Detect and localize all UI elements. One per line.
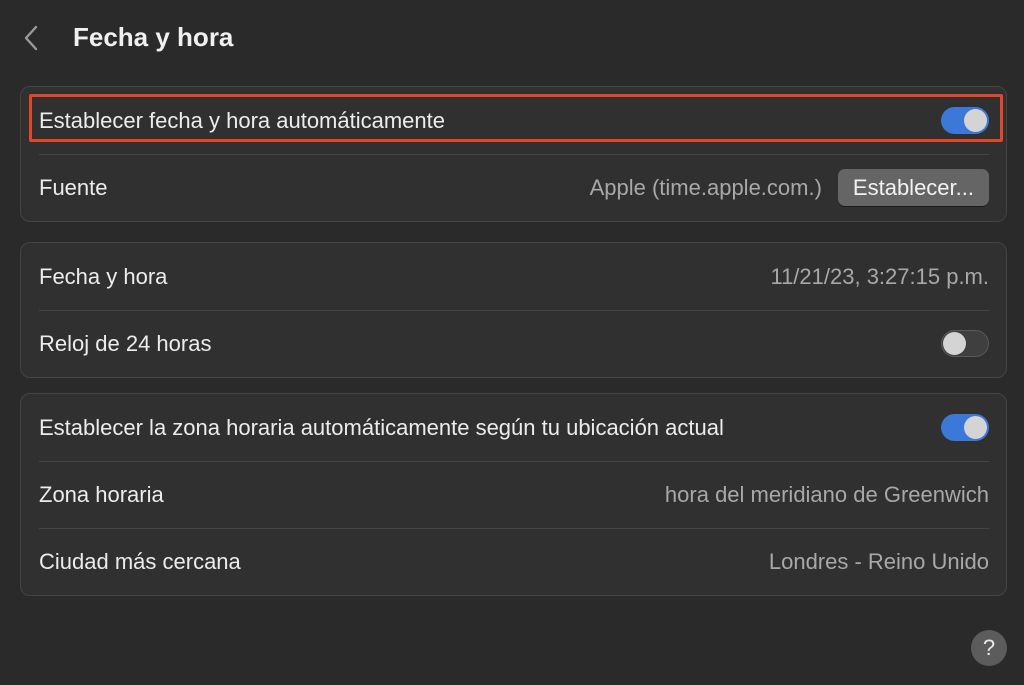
source-value: Apple (time.apple.com.) bbox=[589, 174, 822, 200]
toggle-knob bbox=[964, 109, 987, 132]
settings-group-automatic-time: Establecer fecha y hora automáticamente … bbox=[20, 86, 1007, 222]
settings-group-timezone: Establecer la zona horaria automáticamen… bbox=[20, 393, 1007, 596]
closest-city-value: Londres - Reino Unido bbox=[768, 548, 989, 574]
auto-timezone-toggle[interactable] bbox=[941, 414, 989, 441]
auto-timezone-label: Establecer la zona horaria automáticamen… bbox=[39, 414, 724, 440]
auto-datetime-toggle[interactable] bbox=[941, 107, 989, 134]
set-source-button[interactable]: Establecer... bbox=[837, 169, 989, 206]
header: Fecha y hora bbox=[0, 0, 1024, 78]
chevron-left-icon bbox=[24, 25, 38, 51]
timezone-value: hora del meridiano de Greenwich bbox=[664, 481, 989, 507]
row-24h-clock: Reloj de 24 horas bbox=[21, 310, 1006, 377]
row-source: Fuente Apple (time.apple.com.) Establece… bbox=[21, 154, 1006, 221]
back-button[interactable] bbox=[18, 22, 44, 54]
row-auto-datetime: Establecer fecha y hora automáticamente bbox=[21, 87, 1006, 154]
closest-city-label: Ciudad más cercana bbox=[39, 548, 241, 574]
settings-group-datetime: Fecha y hora 11/21/23, 3:27:15 p.m. Relo… bbox=[20, 242, 1007, 378]
auto-datetime-label: Establecer fecha y hora automáticamente bbox=[39, 107, 446, 133]
timezone-label: Zona horaria bbox=[39, 481, 164, 507]
clock24-label: Reloj de 24 horas bbox=[39, 330, 212, 356]
toggle-knob bbox=[943, 332, 966, 355]
row-datetime: Fecha y hora 11/21/23, 3:27:15 p.m. bbox=[21, 243, 1006, 310]
help-button[interactable]: ? bbox=[971, 630, 1007, 666]
datetime-label: Fecha y hora bbox=[39, 263, 168, 289]
page-title: Fecha y hora bbox=[73, 22, 234, 52]
row-closest-city: Ciudad más cercana Londres - Reino Unido bbox=[21, 528, 1006, 595]
row-auto-timezone: Establecer la zona horaria automáticamen… bbox=[21, 394, 1006, 461]
toggle-knob bbox=[964, 416, 987, 439]
clock24-toggle[interactable] bbox=[941, 330, 989, 357]
datetime-value: 11/21/23, 3:27:15 p.m. bbox=[770, 263, 989, 289]
source-label: Fuente bbox=[39, 174, 108, 200]
row-timezone: Zona horaria hora del meridiano de Green… bbox=[21, 461, 1006, 528]
